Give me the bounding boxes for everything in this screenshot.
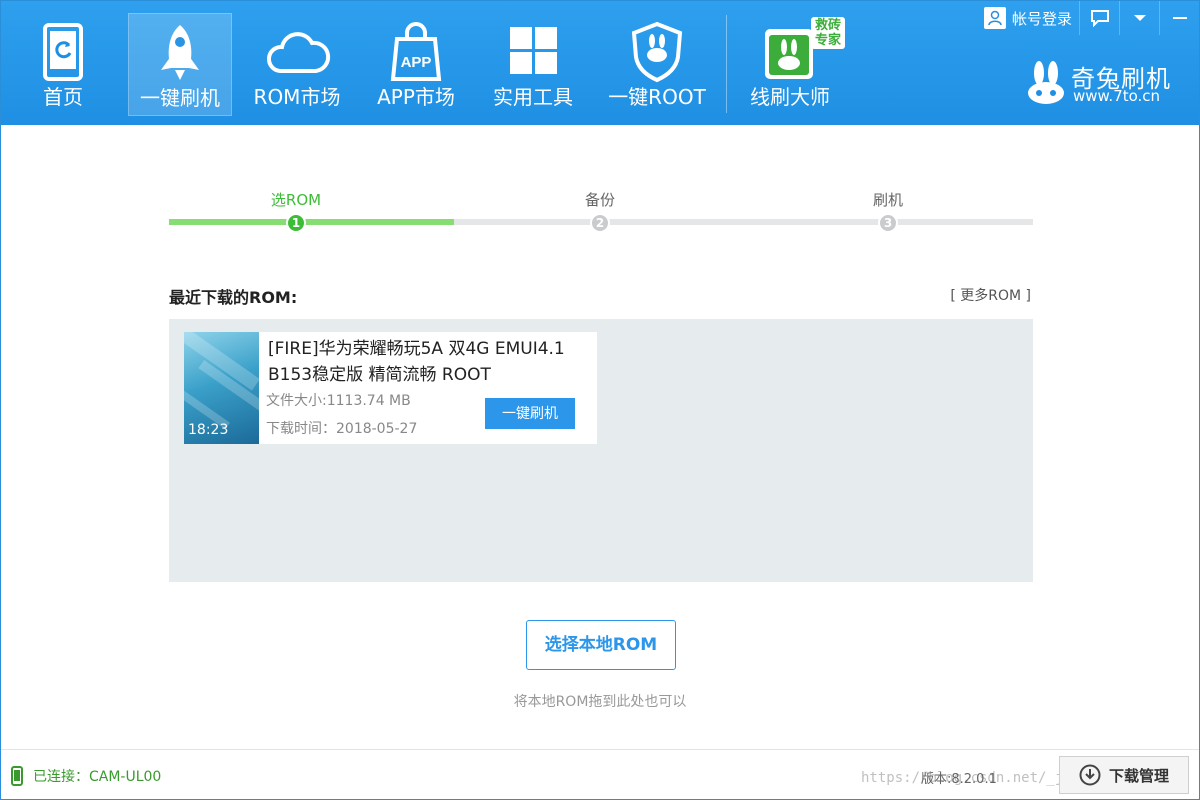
rabbit-logo-icon — [1028, 61, 1064, 104]
rom-card[interactable]: 18:23 [FIRE]华为荣耀畅玩5A 双4G EMUI4.1 B153稳定版… — [184, 332, 597, 444]
download-manager-label: 下载管理 — [1108, 766, 1169, 785]
download-manager-button[interactable]: 下载管理 — [1059, 756, 1189, 794]
nav-label: 实用工具 — [493, 85, 573, 109]
download-icon — [1079, 764, 1101, 786]
window-controls: 帐号登录 — [977, 1, 1199, 35]
chat-icon — [1090, 10, 1109, 27]
recent-roms-panel: 18:23 [FIRE]华为荣耀畅玩5A 双4G EMUI4.1 B153稳定版… — [169, 319, 1033, 582]
recent-roms-title: 最近下载的ROM: — [169, 288, 298, 307]
phone-icon — [11, 766, 23, 786]
brand-url: www.7to.cn — [1073, 87, 1161, 105]
nav-label: 线刷大师 — [750, 85, 830, 109]
step-label: 选ROM — [270, 191, 322, 209]
nav-item-one-click-root[interactable]: 一键ROOT — [601, 13, 713, 116]
minimize-button[interactable] — [1159, 1, 1199, 35]
step-number: 2 — [590, 213, 610, 233]
svg-text:APP: APP — [401, 54, 432, 71]
account-login-button[interactable]: 帐号登录 — [977, 1, 1079, 35]
nav-item-home[interactable]: 首页 — [11, 13, 115, 116]
rom-name: [FIRE]华为荣耀畅玩5A 双4G EMUI4.1 B153稳定版 精简流畅 … — [268, 339, 565, 385]
rom-file-size: 文件大小:1113.74 MB — [266, 393, 411, 409]
cloud-icon — [267, 32, 331, 73]
connection-label: 已连接：CAM-UL00 — [33, 769, 162, 785]
step-select-rom: 选ROM 1 — [246, 189, 346, 233]
version-label: 版本:8.2.0.1 — [921, 772, 997, 787]
step-flash: 刷机 3 — [838, 189, 938, 233]
connection-status: 已连接：CAM-UL00 — [11, 766, 161, 786]
nav-item-one-click-flash[interactable]: 一键刷机 — [128, 13, 232, 116]
rom-download-date: 下载时间：2018-05-27 — [266, 421, 418, 437]
rescue-badge: 救砖 专家 — [811, 17, 845, 49]
step-label: 备份 — [584, 191, 615, 209]
step-number: 3 — [878, 213, 898, 233]
rocket-icon — [161, 25, 199, 80]
status-bar: 已连接：CAM-UL00 https://blog.csdn.net/_ji_1… — [1, 749, 1199, 799]
drag-drop-hint: 将本地ROM拖到此处也可以 — [513, 694, 687, 710]
app-window: 首页 一键刷机 ROM市场 APP APP市场 实用工具 一键ROOT 救砖 专… — [0, 0, 1200, 800]
nav-label: 首页 — [43, 85, 83, 109]
badge-line-1: 救砖 — [814, 18, 841, 33]
nav-label: 一键刷机 — [140, 86, 220, 110]
user-avatar-icon — [983, 7, 1006, 29]
step-backup: 备份 2 — [550, 189, 650, 233]
login-label: 帐号登录 — [1011, 9, 1072, 28]
nav-item-rom-market[interactable]: ROM市场 — [245, 13, 349, 116]
flash-progress-steps: 选ROM 1 备份 2 刷机 3 — [169, 189, 1033, 239]
grid-tools-icon — [510, 27, 557, 74]
nav-divider — [726, 15, 727, 113]
nav-label: 一键ROOT — [608, 85, 706, 109]
menu-dropdown-button[interactable] — [1119, 1, 1159, 35]
step-label: 刷机 — [872, 191, 903, 209]
one-click-flash-button[interactable]: 一键刷机 — [485, 398, 575, 429]
select-local-rom-button[interactable]: 选择本地ROM — [526, 620, 676, 670]
nav-label: APP市场 — [377, 85, 455, 109]
home-phone-icon — [43, 23, 83, 81]
dropdown-icon — [1133, 15, 1146, 21]
badge-line-2: 专家 — [814, 33, 841, 48]
more-rom-link[interactable]: [ 更多ROM ] — [950, 285, 1031, 305]
nav-item-tools[interactable]: 实用工具 — [481, 13, 585, 116]
shopping-bag-app-icon: APP — [390, 22, 442, 81]
minimize-icon — [1172, 17, 1187, 19]
nav-label: ROM市场 — [253, 85, 341, 109]
brand-logo: 奇兔刷机 www.7to.cn — [1025, 57, 1171, 107]
rabbit-shield-icon — [631, 21, 683, 83]
nav-item-line-flash-master[interactable]: 救砖 专家 线刷大师 — [737, 13, 845, 116]
step-number: 1 — [286, 213, 306, 233]
thumbnail-clock: 18:23 — [188, 422, 229, 438]
nav-item-app-market[interactable]: APP APP市场 — [363, 13, 469, 116]
top-navigation-bar: 首页 一键刷机 ROM市场 APP APP市场 实用工具 一键ROOT 救砖 专… — [1, 1, 1199, 125]
feedback-button[interactable] — [1079, 1, 1119, 35]
rom-thumbnail: 18:23 — [184, 332, 259, 444]
